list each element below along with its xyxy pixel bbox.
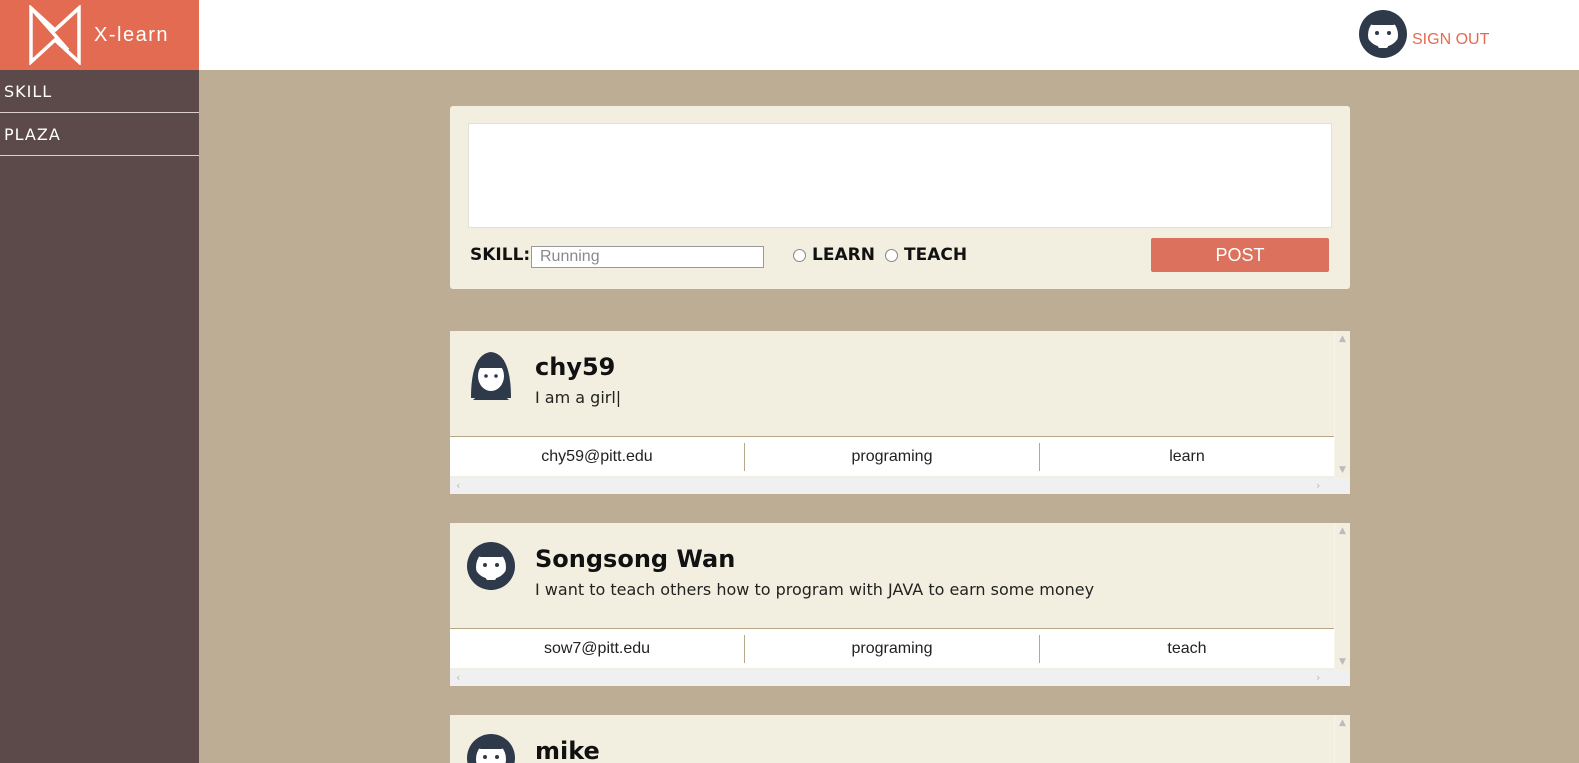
sidebar: SKILL PLAZA [0,70,199,763]
sidebar-item-skill[interactable]: SKILL [0,70,199,113]
vertical-scrollbar[interactable]: ▲ [1334,715,1350,763]
horizontal-scrollbar[interactable]: ‹ › [450,478,1350,494]
signout-link[interactable]: SIGN OUT [1412,31,1489,49]
post-email: sow7@pitt.edu [450,634,745,663]
post-author: chy59 [535,353,616,381]
post-mode: teach [1167,639,1207,657]
post-message: I am a girl| [535,388,622,407]
logo[interactable]: X-learn [0,0,199,70]
post-mode: learn [1169,447,1205,465]
post-skill: programing [745,634,1040,663]
vertical-scrollbar[interactable]: ▲ ▼ [1334,523,1350,670]
post-meta-row: chy59@pitt.edu programing learn [450,436,1334,476]
skill-input[interactable] [531,246,764,268]
post-card: mike ▲ [450,715,1350,763]
bearded-man-avatar-icon [467,734,515,763]
top-bar: SIGN OUT [199,0,1579,70]
girl-avatar-icon [471,352,511,400]
learn-radio[interactable] [793,249,806,262]
post-skill: programing [745,442,1040,471]
post-email: chy59@pitt.edu [450,442,745,471]
app-name: X-learn [94,23,169,46]
teach-radio[interactable] [885,249,898,262]
sidebar-item-plaza[interactable]: PLAZA [0,113,199,156]
bearded-man-avatar-icon [467,542,515,590]
user-avatar-icon[interactable] [1357,6,1409,60]
post-author: Songsong Wan [535,545,736,573]
skill-label: SKILL: [470,245,531,265]
learn-radio-label[interactable]: LEARN [812,245,875,265]
teach-radio-label[interactable]: TEACH [904,245,967,265]
post-card: chy59 I am a girl| chy59@pitt.edu progra… [450,331,1350,494]
post-composer: SKILL: LEARN TEACH POST [450,106,1350,289]
horizontal-scrollbar[interactable]: ‹ › [450,670,1350,686]
post-author: mike [535,737,600,763]
post-message: I want to teach others how to program wi… [535,580,1095,599]
logo-icon [29,5,81,65]
post-button[interactable]: POST [1151,238,1329,272]
vertical-scrollbar[interactable]: ▲ ▼ [1334,331,1350,478]
post-card: Songsong Wan I want to teach others how … [450,523,1350,686]
post-meta-row: sow7@pitt.edu programing teach [450,628,1334,668]
post-textarea[interactable] [468,123,1332,228]
